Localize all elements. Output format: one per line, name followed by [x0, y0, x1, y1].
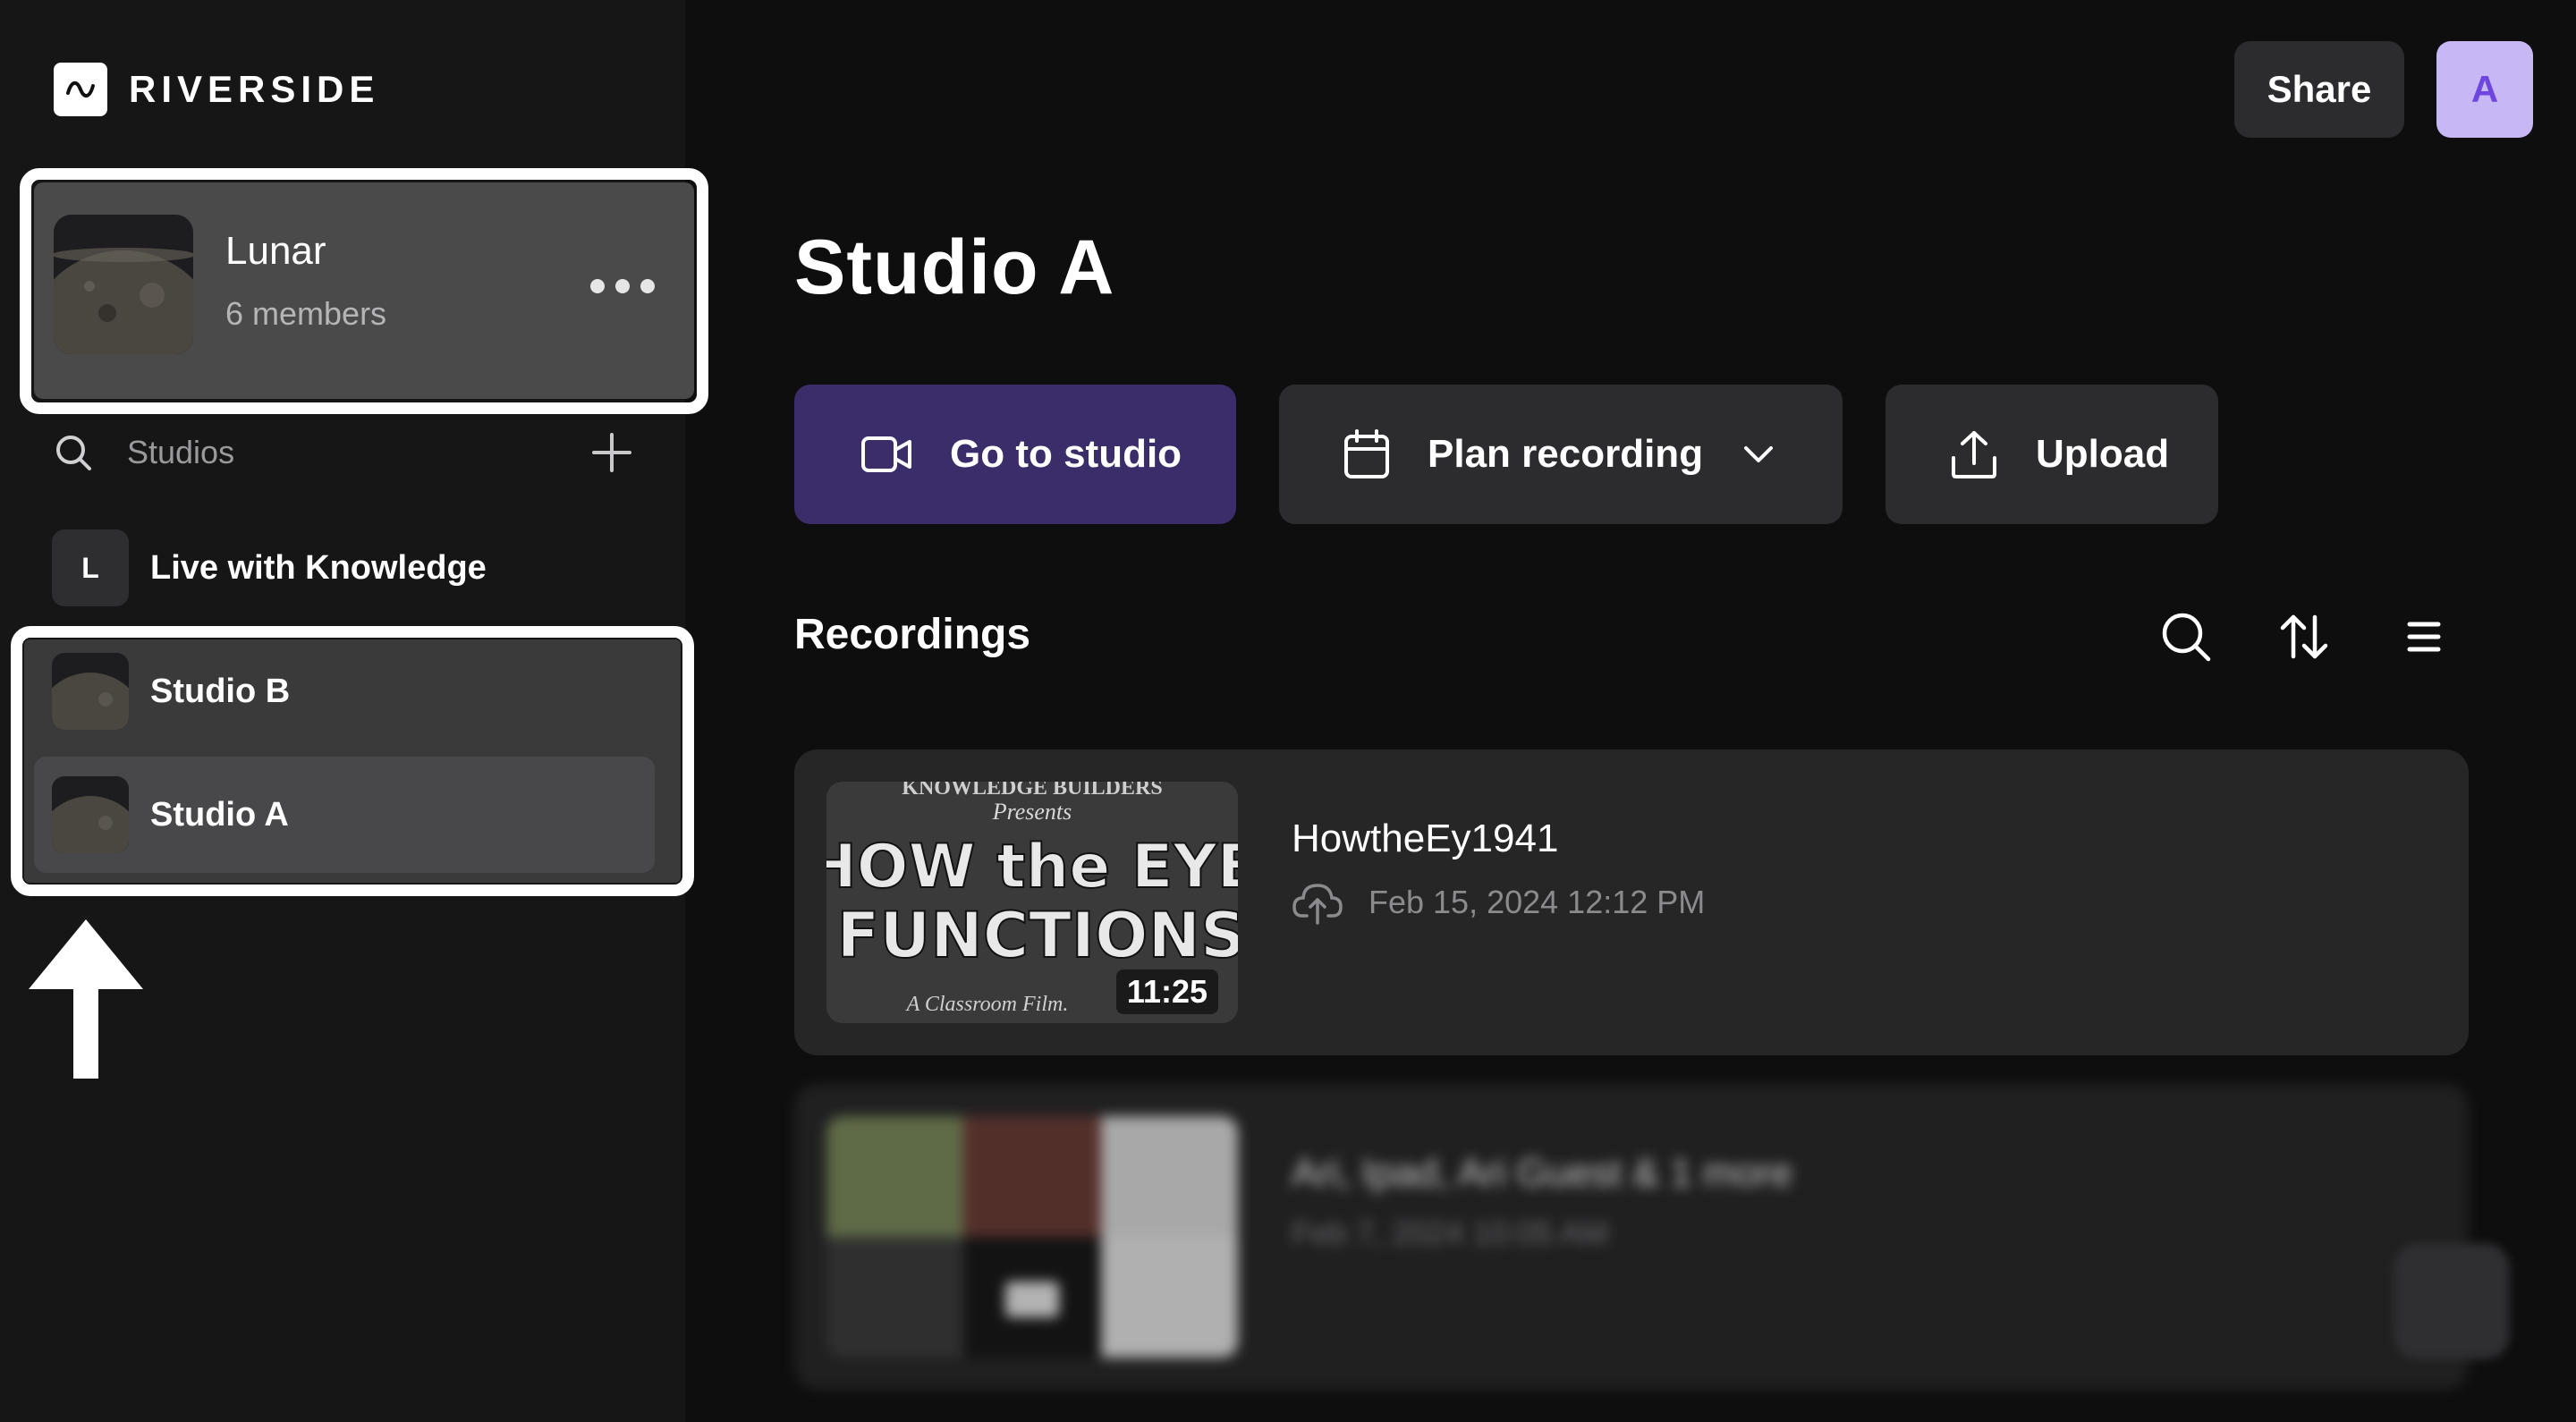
svg-text:HOW the EYE: HOW the EYE	[826, 832, 1238, 902]
recording-duration: 11:25	[1115, 969, 1218, 1014]
recording-thumbnail[interactable]	[826, 1116, 1238, 1358]
video-camera-icon	[861, 436, 911, 472]
studio-letter-avatar: L	[52, 529, 129, 606]
studios-search: Studios	[52, 426, 633, 479]
svg-text:Presents: Presents	[992, 799, 1072, 825]
svg-text:A Classroom Film.: A Classroom Film.	[905, 993, 1069, 1016]
sidebar: RIVERSIDE Lunar 6 members Studios L Live…	[0, 0, 708, 1422]
studio-thumbnail	[52, 653, 129, 730]
list-view-icon[interactable]	[2397, 610, 2451, 664]
go-to-studio-button[interactable]: Go to studio	[794, 385, 1236, 524]
sidebar-item-label: Studio A	[150, 795, 289, 834]
calendar-icon	[1344, 429, 1389, 478]
upload-icon	[1952, 431, 1996, 478]
search-icon[interactable]	[52, 431, 95, 474]
upload-label: Upload	[2036, 432, 2170, 476]
add-studio-icon[interactable]	[590, 431, 633, 474]
go-to-studio-label: Go to studio	[950, 432, 1182, 476]
recordings-heading: Recordings	[794, 611, 1031, 658]
recording-date: Feb 7, 2024 10:05 AM	[1292, 1215, 1609, 1251]
search-icon[interactable]	[2159, 610, 2213, 664]
recordings-toolbar	[2156, 610, 2451, 664]
recording-thumbnail[interactable]: KNOWLEDGE BUILDERS Presents HOW the EYE …	[826, 782, 1238, 1023]
recording-meta: Feb 15, 2024 12:12 PM	[1292, 880, 1705, 925]
sidebar-item-label: Studio B	[150, 672, 291, 710]
brand-name: RIVERSIDE	[129, 68, 380, 110]
chevron-down-icon	[1744, 446, 1774, 462]
chat-support-button[interactable]	[2394, 1243, 2510, 1359]
recording-title: HowtheEy1941	[1292, 817, 1559, 860]
sidebar-item-studio-a[interactable]: Studio A	[52, 774, 289, 855]
sidebar-item-label: Live with Knowledge	[150, 548, 487, 587]
share-button[interactable]: Share	[2234, 41, 2404, 138]
up-arrow-icon	[29, 919, 143, 1079]
sort-icon[interactable]	[2277, 610, 2331, 664]
riverside-logo-icon	[54, 63, 107, 116]
recording-date: Feb 15, 2024 12:12 PM	[1368, 884, 1706, 920]
brand-logo[interactable]: RIVERSIDE	[54, 63, 379, 116]
svg-text:FUNCTIONS: FUNCTIONS	[837, 899, 1238, 972]
upload-button[interactable]: Upload	[1885, 385, 2218, 524]
plan-recording-button[interactable]: Plan recording	[1279, 385, 1843, 524]
svg-text:KNOWLEDGE BUILDERS: KNOWLEDGE BUILDERS	[902, 782, 1162, 800]
page-title: Studio A	[794, 224, 1115, 310]
recording-title: Ari, Ipad, Ari Guest & 1 more	[1292, 1151, 1793, 1195]
recording-card[interactable]: Ari, Ipad, Ari Guest & 1 more Feb 7, 202…	[794, 1084, 2469, 1390]
user-avatar[interactable]: A	[2436, 41, 2533, 138]
studio-thumbnail	[52, 776, 129, 853]
studios-label: Studios	[127, 434, 235, 470]
cloud-upload-icon	[1292, 884, 1343, 925]
recording-card[interactable]: KNOWLEDGE BUILDERS Presents HOW the EYE …	[794, 749, 2469, 1055]
sidebar-item-studio-b[interactable]: Studio B	[52, 651, 290, 732]
sidebar-item-live-with-knowledge[interactable]: L Live with Knowledge	[52, 528, 487, 608]
plan-recording-label: Plan recording	[1428, 432, 1704, 476]
workspace-highlight-frame	[20, 168, 708, 414]
recording-meta: Feb 7, 2024 10:05 AM	[1292, 1215, 1608, 1252]
